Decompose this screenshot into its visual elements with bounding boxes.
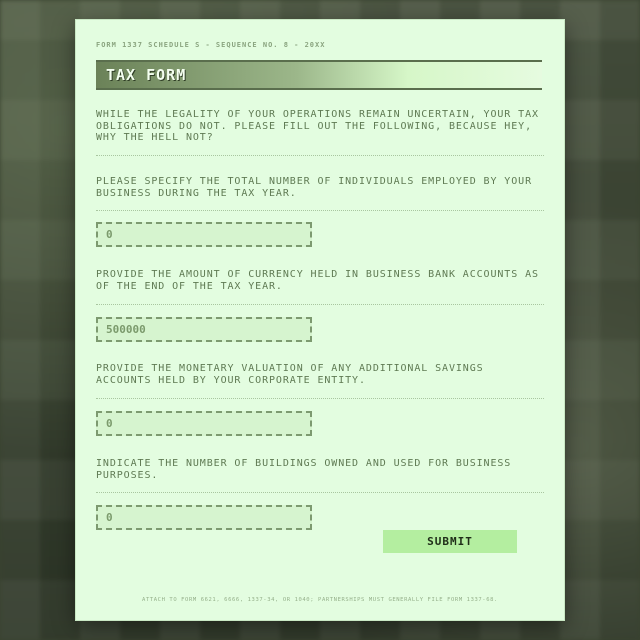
divider	[96, 210, 544, 211]
intro-text: WHILE THE LEGALITY OF YOUR OPERATIONS RE…	[96, 109, 539, 143]
divider	[96, 492, 544, 493]
question-employees: PLEASE SPECIFY THE TOTAL NUMBER OF INDIV…	[96, 176, 532, 199]
title-bar: TAX FORM	[96, 60, 542, 90]
savings-input[interactable]	[98, 413, 310, 434]
footer-note: ATTACH TO FORM 6621, 6666, 1337-34, OR 1…	[142, 597, 498, 603]
question-bank-currency: PROVIDE THE AMOUNT OF CURRENCY HELD IN B…	[96, 269, 539, 292]
divider	[96, 304, 544, 305]
divider	[96, 155, 544, 156]
buildings-input[interactable]	[98, 507, 310, 528]
submit-button[interactable]: SUBMIT	[383, 530, 517, 553]
question-buildings: INDICATE THE NUMBER OF BUILDINGS OWNED A…	[96, 458, 512, 481]
buildings-field-box	[96, 505, 312, 530]
tax-form-sheet: FORM 1337 SCHEDULE S - SEQUENCE NO. 8 - …	[76, 20, 564, 620]
savings-field-box	[96, 411, 312, 436]
employees-input[interactable]	[98, 224, 310, 245]
form-header-line: FORM 1337 SCHEDULE S - SEQUENCE NO. 8 - …	[96, 41, 326, 49]
employees-field-box	[96, 222, 312, 247]
bank-currency-input[interactable]	[98, 319, 310, 340]
question-savings: PROVIDE THE MONETARY VALUATION OF ANY AD…	[96, 363, 484, 386]
form-title: TAX FORM	[106, 66, 187, 84]
divider	[96, 398, 544, 399]
bank-currency-field-box	[96, 317, 312, 342]
